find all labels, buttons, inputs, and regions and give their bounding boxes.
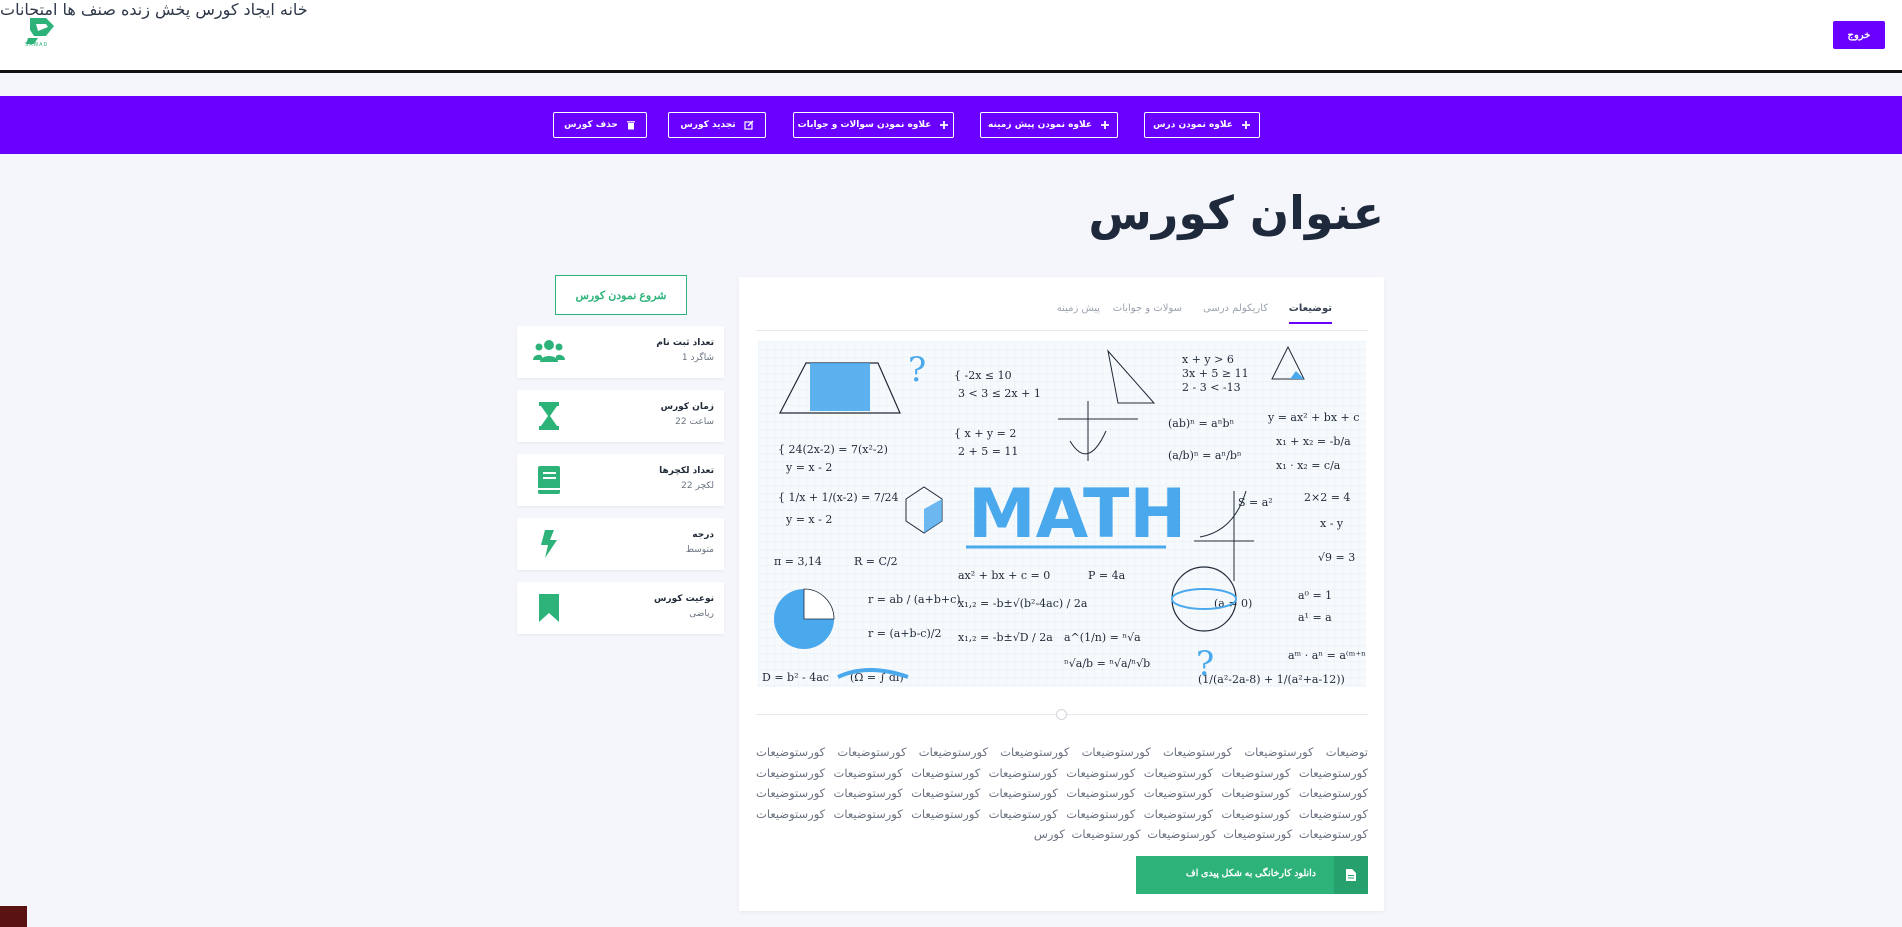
info-value: 1 شاگرد	[681, 353, 714, 363]
info-label: زمان کورس	[660, 402, 714, 412]
info-label: تعداد ثبت نام	[656, 338, 714, 348]
logout-button[interactable]: خروج	[1833, 21, 1885, 49]
course-description: توضیعات کورستوضیعات کورستوضیعات کورستوضی…	[756, 745, 1368, 842]
add-lesson-button[interactable]: علاوه نمودن درس	[1144, 112, 1260, 138]
svg-text:r = ab / (a+b+c): r = ab / (a+b+c)	[868, 593, 961, 606]
tab-qa[interactable]: سولات و جوابات	[1113, 303, 1182, 314]
svg-text:?: ?	[1196, 644, 1214, 684]
edit-course-button[interactable]: تجدید کورس	[668, 112, 766, 138]
bookmark-icon	[539, 594, 559, 622]
start-course-button[interactable]: شروع نمودن کورس	[555, 275, 687, 315]
nav-live-stream[interactable]: پخش زنده	[121, 0, 190, 19]
svg-text:ax² + bx + c = 0: ax² + bx + c = 0	[958, 569, 1050, 582]
info-card-level: درجه متوسط	[517, 518, 724, 570]
download-pdf-button[interactable]: دانلود کارخانگی به شکل پیدی اف	[1136, 856, 1368, 894]
svg-text:x₁,₂ = -b±√(b²-4ac) / 2a: x₁,₂ = -b±√(b²-4ac) / 2a	[958, 597, 1088, 610]
svg-text:x₁ + x₂ = -b/a: x₁ + x₂ = -b/a	[1276, 435, 1351, 448]
info-label: نوعیت کورس	[654, 594, 714, 604]
nav-create-course[interactable]: ایجاد کورس	[195, 0, 274, 19]
svg-text:3 < 3 ≤ 2x + 1: 3 < 3 ≤ 2x + 1	[958, 387, 1041, 400]
divider-ornament	[1056, 709, 1067, 720]
info-card-lectures: تعداد لکچرها 22 لکچر	[517, 454, 724, 506]
svg-text:x₁,₂ = -b±√D / 2a: x₁,₂ = -b±√D / 2a	[958, 631, 1053, 644]
file-icon	[1334, 856, 1368, 894]
svg-text:(1/(a²-2a-8) + 1/(a²+a-12)): (1/(a²-2a-8) + 1/(a²+a-12))	[1198, 673, 1345, 686]
svg-text:ⁿ√a/b = ⁿ√a/ⁿ√b: ⁿ√a/b = ⁿ√a/ⁿ√b	[1064, 657, 1150, 670]
page-title: عنوان کورس	[1088, 186, 1384, 240]
svg-text:{ 24(2x-2) = 7(x²-2): { 24(2x-2) = 7(x²-2)	[778, 443, 888, 456]
add-prerequisite-button[interactable]: علاوه نمودن پیش زمینه	[980, 112, 1118, 138]
add-prerequisite-label: علاوه نمودن پیش زمینه	[988, 120, 1092, 130]
info-card-enrollments: تعداد ثبت نام 1 شاگرد	[517, 326, 724, 378]
svg-text:y = ax² + bx + c: y = ax² + bx + c	[1267, 411, 1359, 424]
svg-text:y = x - 2: y = x - 2	[785, 461, 832, 474]
course-content-card: توضیعات کاریکولم درسی سولات و جوابات پیش…	[739, 277, 1384, 911]
download-pdf-label: دانلود کارخانگی به شکل پیدی اف	[1185, 868, 1316, 879]
trash-icon	[626, 121, 635, 130]
svg-text:aᵐ · aⁿ = a⁽ᵐ⁺ⁿ⁾: aᵐ · aⁿ = a⁽ᵐ⁺ⁿ⁾	[1288, 649, 1366, 662]
tab-description[interactable]: توضیعات	[1288, 303, 1332, 324]
svg-text:x + y > 6: x + y > 6	[1182, 353, 1234, 366]
plus-icon	[1241, 121, 1250, 129]
svg-text:{ x + y = 2: { x + y = 2	[954, 427, 1016, 440]
svg-text:{ -2x ≤ 10: { -2x ≤ 10	[954, 369, 1012, 382]
add-lesson-label: علاوه نمودن درس	[1153, 120, 1233, 130]
info-value: ریاضی	[689, 609, 714, 619]
course-toolbar: علاوه نمودن درس علاوه نمودن پیش زمینه عل…	[0, 96, 1902, 154]
tab-curriculum[interactable]: کاریکولم درسی	[1203, 303, 1268, 314]
svg-text:3x + 5 ≥ 11: 3x + 5 ≥ 11	[1182, 367, 1249, 380]
svg-text:√9 = 3: √9 = 3	[1318, 551, 1355, 564]
add-qa-label: علاوه نمودن سوالات و جوابات	[797, 120, 932, 130]
nav-classes[interactable]: صنف ها	[63, 0, 116, 19]
svg-text:2 - 3 < -13: 2 - 3 < -13	[1182, 381, 1241, 394]
svg-text:R = C/2: R = C/2	[854, 555, 898, 568]
math-title-text: MATH	[968, 475, 1186, 554]
svg-text:π = 3,14: π = 3,14	[774, 555, 822, 568]
svg-text:x - y: x - y	[1320, 517, 1344, 530]
lightning-icon	[541, 530, 557, 558]
svg-text:a⁰ = 1: a⁰ = 1	[1298, 589, 1332, 602]
delete-course-label: حذف کورس	[564, 120, 618, 130]
svg-text:(ab)ⁿ = aⁿbⁿ: (ab)ⁿ = aⁿbⁿ	[1168, 417, 1235, 430]
book-icon	[538, 466, 560, 494]
tab-prerequisites[interactable]: پیش زمینه	[1057, 303, 1100, 314]
info-label: درجه	[692, 530, 714, 540]
plus-icon	[940, 121, 949, 129]
delete-course-button[interactable]: حذف کورس	[553, 112, 647, 138]
svg-text:a¹ = a: a¹ = a	[1298, 611, 1332, 624]
svg-text:?: ?	[908, 350, 926, 390]
top-navbar: SAWAD خانه ایجاد کورس پخش زنده صنف ها ام…	[0, 0, 1902, 73]
svg-text:2×2 = 4: 2×2 = 4	[1304, 491, 1350, 504]
svg-text:{ 1/x + 1/(x-2) = 7/24: { 1/x + 1/(x-2) = 7/24	[778, 491, 899, 504]
corner-thumbnail	[0, 906, 27, 927]
hourglass-icon	[539, 402, 559, 430]
info-card-category: نوعیت کورس ریاضی	[517, 582, 724, 634]
svg-text:P = 4a: P = 4a	[1088, 569, 1126, 582]
users-icon	[533, 340, 565, 362]
add-qa-button[interactable]: علاوه نمودن سوالات و جوابات	[793, 112, 954, 138]
svg-text:a^(1/n) = ⁿ√a: a^(1/n) = ⁿ√a	[1064, 631, 1141, 644]
tabs-underline	[756, 330, 1368, 331]
nav-home[interactable]: خانه	[280, 0, 308, 19]
logo-text: SAWAD	[25, 42, 49, 48]
info-value: متوسط	[685, 545, 714, 555]
svg-text:r = (a+b-c)/2: r = (a+b-c)/2	[868, 627, 941, 640]
info-value: 22 لکچر	[681, 481, 714, 491]
svg-text:D = b² - 4ac: D = b² - 4ac	[762, 671, 829, 684]
svg-text:2 + 5 = 11: 2 + 5 = 11	[958, 445, 1018, 458]
course-cover-image: ? { -2x ≤ 10 3 < 3 ≤ 2x + 1 { 24(2x-2) =…	[758, 341, 1366, 687]
edit-icon	[744, 120, 754, 130]
info-card-duration: زمان کورس 22 ساعت	[517, 390, 724, 442]
info-label: تعداد لکچرها	[659, 466, 714, 476]
svg-text:y = x - 2: y = x - 2	[785, 513, 832, 526]
info-value: 22 ساعت	[675, 417, 714, 427]
plus-icon	[1100, 121, 1109, 129]
edit-course-label: تجدید کورس	[680, 120, 736, 130]
svg-text:x₁ · x₂ = c/a: x₁ · x₂ = c/a	[1276, 459, 1341, 472]
svg-text:(a/b)ⁿ = aⁿ/bⁿ: (a/b)ⁿ = aⁿ/bⁿ	[1168, 449, 1242, 462]
